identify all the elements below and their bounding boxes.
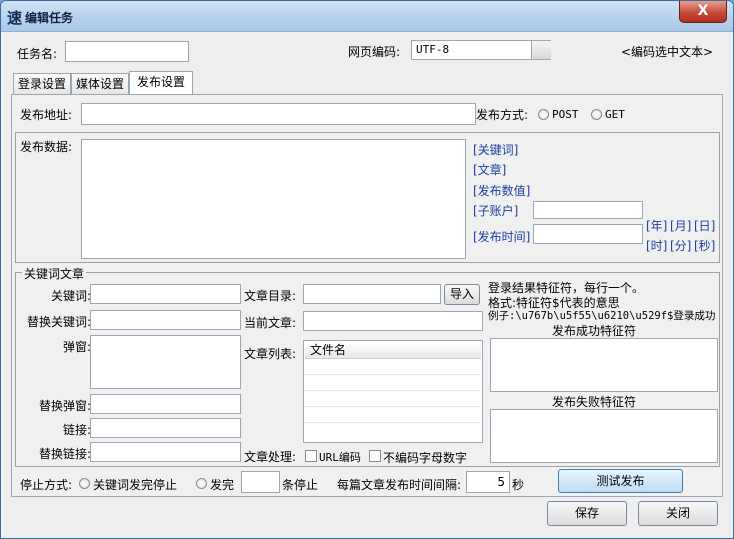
- publish-time-input[interactable]: [533, 224, 643, 244]
- interval-unit: 秒: [512, 478, 525, 492]
- tag-keyword-link[interactable]: [关键词]: [473, 141, 518, 158]
- get-radio[interactable]: [591, 109, 602, 120]
- edit-task-window: 速 编辑任务 X 任务名: 网页编码: UTF-8 <编码选中文本> 登录设置 …: [0, 0, 734, 539]
- list-gridline: [305, 374, 481, 375]
- publish-data-textarea[interactable]: [81, 139, 466, 259]
- replace-link-input[interactable]: [90, 442, 241, 462]
- list-gridline: [305, 406, 481, 407]
- title-bar: 速 编辑任务 X: [1, 1, 733, 32]
- stop-after-count-label: 发完: [210, 478, 235, 492]
- tag-hour-link[interactable]: [时]: [646, 237, 667, 254]
- task-name-input[interactable]: [65, 41, 189, 62]
- publish-fail-label: 发布失败特征符: [552, 395, 637, 409]
- no-encode-alnum-checkbox[interactable]: [369, 450, 381, 462]
- url-encode-checkbox[interactable]: [305, 450, 317, 462]
- tag-day-link[interactable]: [日]: [694, 217, 715, 234]
- feature-hint-line3: 例子:\u767b\u5f55\u6210\u529f$登录成功: [488, 310, 716, 322]
- task-name-label: 任务名:: [17, 47, 58, 61]
- list-gridline: [305, 390, 481, 391]
- stop-count-input[interactable]: [241, 471, 280, 493]
- tag-publish-time-link[interactable]: [发布时间]: [473, 228, 530, 245]
- tag-article-link[interactable]: [文章]: [473, 161, 506, 178]
- sub-account-input[interactable]: [533, 201, 643, 219]
- interval-label: 每篇文章发布时间间隔:: [337, 478, 462, 492]
- tag-sub-account-link[interactable]: [子账户]: [473, 202, 518, 219]
- popup-textarea[interactable]: [90, 335, 241, 389]
- article-dir-label: 文章目录:: [244, 289, 297, 303]
- tag-minute-link[interactable]: [分]: [670, 237, 691, 254]
- replace-keyword-input[interactable]: [90, 310, 241, 330]
- article-list-header-filename[interactable]: 文件名: [305, 342, 481, 359]
- url-encode-label: URL编码: [319, 451, 361, 464]
- publish-success-label: 发布成功特征符: [552, 324, 637, 338]
- encoding-value: UTF-8: [416, 43, 450, 56]
- article-list-label: 文章列表:: [244, 347, 297, 361]
- replace-keyword-label: 替换关键词:: [26, 315, 91, 329]
- stop-keyword-done-radio[interactable]: [79, 478, 90, 489]
- current-article-input[interactable]: [303, 311, 483, 331]
- current-article-label: 当前文章:: [244, 316, 297, 330]
- publish-address-input[interactable]: [81, 103, 476, 125]
- publish-fail-textarea[interactable]: [490, 409, 718, 463]
- stop-mode-label: 停止方式:: [20, 478, 73, 492]
- article-list[interactable]: 文件名: [303, 340, 483, 443]
- link-input[interactable]: [90, 418, 241, 438]
- import-button[interactable]: 导入: [444, 284, 480, 305]
- window-title: 编辑任务: [25, 11, 74, 25]
- article-dir-input[interactable]: [303, 284, 441, 304]
- article-process-label: 文章处理:: [244, 450, 297, 464]
- publish-method-label: 发布方式:: [476, 108, 529, 122]
- get-radio-label: GET: [605, 108, 625, 121]
- tab-publish-settings[interactable]: 发布设置: [129, 71, 193, 95]
- post-radio[interactable]: [538, 109, 549, 120]
- close-window-button[interactable]: X: [679, 1, 727, 23]
- tag-second-link[interactable]: [秒]: [694, 237, 715, 254]
- tag-publish-value-link[interactable]: [发布数值]: [473, 182, 530, 199]
- replace-popup-label: 替换弹窗:: [38, 399, 91, 413]
- publish-settings-panel: 发布地址: 发布方式: POST GET 发布数据: [关键词] [文章] [发…: [11, 94, 723, 497]
- no-encode-alnum-label: 不编码字母数字: [383, 451, 468, 465]
- publish-data-label: 发布数据:: [20, 140, 73, 154]
- tab-login-settings[interactable]: 登录设置: [13, 73, 71, 94]
- replace-link-label: 替换链接:: [38, 447, 91, 461]
- test-publish-button[interactable]: 测试发布: [558, 469, 683, 493]
- app-icon: 速: [7, 9, 23, 27]
- publish-address-label: 发布地址:: [20, 108, 73, 122]
- interval-input[interactable]: 5: [466, 471, 510, 493]
- encoding-hint[interactable]: <编码选中文本>: [621, 43, 713, 60]
- keyword-label: 关键词:: [50, 289, 91, 303]
- keyword-article-legend: 关键词文章: [22, 265, 87, 282]
- stop-after-count-radio[interactable]: [196, 478, 207, 489]
- encoding-dropdown-button[interactable]: [531, 41, 551, 59]
- stop-keyword-done-label: 关键词发完停止: [93, 478, 178, 492]
- publish-success-textarea[interactable]: [490, 338, 718, 392]
- close-button[interactable]: 关闭: [638, 501, 718, 526]
- keyword-input[interactable]: [90, 284, 241, 304]
- popup-label: 弹窗:: [62, 340, 91, 354]
- tag-month-link[interactable]: [月]: [670, 217, 691, 234]
- replace-popup-input[interactable]: [90, 394, 241, 414]
- tab-media-settings[interactable]: 媒体设置: [71, 73, 129, 94]
- link-label: 链接:: [62, 423, 91, 437]
- tag-year-link[interactable]: [年]: [646, 217, 667, 234]
- stop-count-suffix: 条停止: [282, 478, 319, 492]
- encoding-label: 网页编码:: [348, 45, 401, 59]
- save-button[interactable]: 保存: [547, 501, 627, 526]
- encoding-select[interactable]: UTF-8: [411, 40, 551, 60]
- post-radio-label: POST: [552, 108, 579, 121]
- list-gridline: [305, 422, 481, 423]
